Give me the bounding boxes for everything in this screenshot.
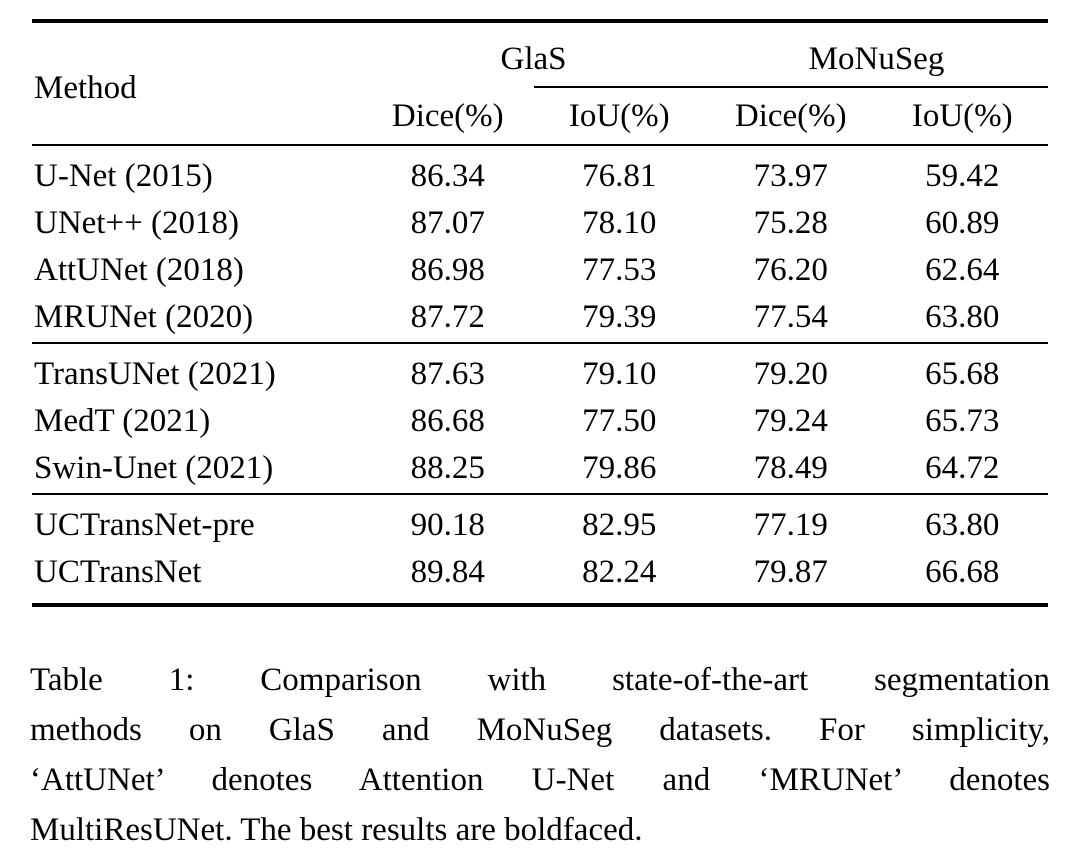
- cell-method: U-Net (2015): [34, 158, 213, 194]
- cell-value: 76.81: [582, 158, 657, 194]
- cell-method: MRUNet (2020): [34, 299, 254, 335]
- cell-value: 78.10: [582, 205, 657, 241]
- table-row: Swin-Unet (2021) 88.25 79.86 78.49 64.72: [32, 445, 1048, 492]
- table-row: UCTransNet-pre 90.18 82.95 77.19 63.80: [32, 502, 1048, 549]
- cell-value: 86.68: [410, 403, 485, 439]
- table-caption: Table 1: Comparison with state-of-the-ar…: [30, 655, 1050, 855]
- cell-value: 89.84: [410, 554, 485, 590]
- cell-value: 87.07: [410, 205, 485, 241]
- table-row: TransUNet (2021) 87.63 79.10 79.20 65.68: [32, 351, 1048, 398]
- cell-value: 77.19: [753, 507, 828, 543]
- cell-value: 86.34: [410, 158, 485, 194]
- column-header-glas-dice: Dice(%): [391, 97, 504, 134]
- table-row: UNet++ (2018) 87.07 78.10 75.28 60.89: [32, 200, 1048, 247]
- column-header-method: Method: [34, 69, 137, 106]
- cell-method: UCTransNet-pre: [34, 507, 255, 543]
- cell-value: 63.80: [925, 507, 1000, 543]
- table-figure-page: Method GlaS MoNuSeg Dice(%) IoU(%) Dice(%) IoU…: [0, 0, 1080, 865]
- results-table-body: Method GlaS MoNuSeg Dice(%) IoU(%) Dice(%) IoU…: [32, 18, 1048, 607]
- cell-method: Swin-Unet (2021): [34, 450, 274, 486]
- cell-method: MedT (2021): [34, 403, 211, 439]
- table-row: U-Net (2015) 86.34 76.81 73.97 59.42: [32, 153, 1048, 200]
- cell-value: 64.72: [925, 450, 1000, 486]
- cell-method: UNet++ (2018): [34, 205, 239, 241]
- cell-value: 79.20: [753, 356, 828, 392]
- cell-value: 79.39: [582, 299, 657, 335]
- table-row: MedT (2021) 86.68 77.50 79.24 65.73: [32, 398, 1048, 445]
- cell-value: 59.42: [925, 158, 1000, 194]
- column-group-header-glas: GlaS: [500, 40, 567, 77]
- caption-line: MultiResUNet. The best results are boldf…: [30, 812, 643, 848]
- cell-value: 88.25: [410, 450, 485, 486]
- cell-value: 86.98: [410, 252, 485, 288]
- cell-value: 76.20: [753, 252, 828, 288]
- table-row: AttUNet (2018) 86.98 77.53 76.20 62.64: [32, 247, 1048, 294]
- cell-method: AttUNet (2018): [34, 252, 244, 288]
- cell-value: 65.68: [925, 356, 1000, 392]
- cell-value: 90.18: [410, 507, 485, 543]
- cell-method: UCTransNet: [34, 554, 202, 590]
- cell-value: 79.86: [582, 450, 657, 486]
- cell-value: 77.54: [753, 299, 828, 335]
- cell-value: 87.72: [410, 299, 485, 335]
- cell-value: 78.49: [753, 450, 828, 486]
- cell-value: 73.97: [753, 158, 828, 194]
- table-row: UCTransNet 89.84 82.24 79.87 66.68: [32, 549, 1048, 596]
- cell-value: 62.64: [925, 252, 1000, 288]
- caption-line: ‘AttUNet’ denotes Attention U-Net and ‘M…: [30, 762, 1050, 798]
- results-table-container: Method GlaS MoNuSeg Dice(%) IoU(%) Dice(%) IoU…: [32, 18, 1048, 607]
- cell-value: 77.53: [582, 252, 657, 288]
- results-table: Method GlaS MoNuSeg Dice(%) IoU(%) Dice(%) IoU…: [32, 18, 1048, 607]
- cell-value: 79.10: [582, 356, 657, 392]
- cell-method: TransUNet (2021): [34, 356, 276, 392]
- cell-value: 66.68: [925, 554, 1000, 590]
- cell-value: 79.24: [753, 403, 828, 439]
- cell-value: 79.87: [753, 554, 828, 590]
- cell-value: 82.95: [582, 507, 657, 543]
- column-header-glas-iou: IoU(%): [568, 97, 670, 134]
- column-header-monuseg-dice: Dice(%): [734, 97, 847, 134]
- column-group-header-monuseg: MoNuSeg: [808, 40, 945, 77]
- cell-value: 60.89: [925, 205, 1000, 241]
- cell-value: 82.24: [582, 554, 657, 590]
- cell-value: 77.50: [582, 403, 657, 439]
- table-row: MRUNet (2020) 87.72 79.39 77.54 63.80: [32, 294, 1048, 341]
- column-header-monuseg-iou: IoU(%): [911, 97, 1013, 134]
- caption-line: Table 1: Comparison with state-of-the-ar…: [30, 662, 1050, 698]
- caption-line: methods on GlaS and MoNuSeg datasets. Fo…: [30, 712, 1050, 748]
- cell-value: 63.80: [925, 299, 1000, 335]
- cell-value: 87.63: [410, 356, 485, 392]
- cell-value: 75.28: [753, 205, 828, 241]
- cell-value: 65.73: [925, 403, 1000, 439]
